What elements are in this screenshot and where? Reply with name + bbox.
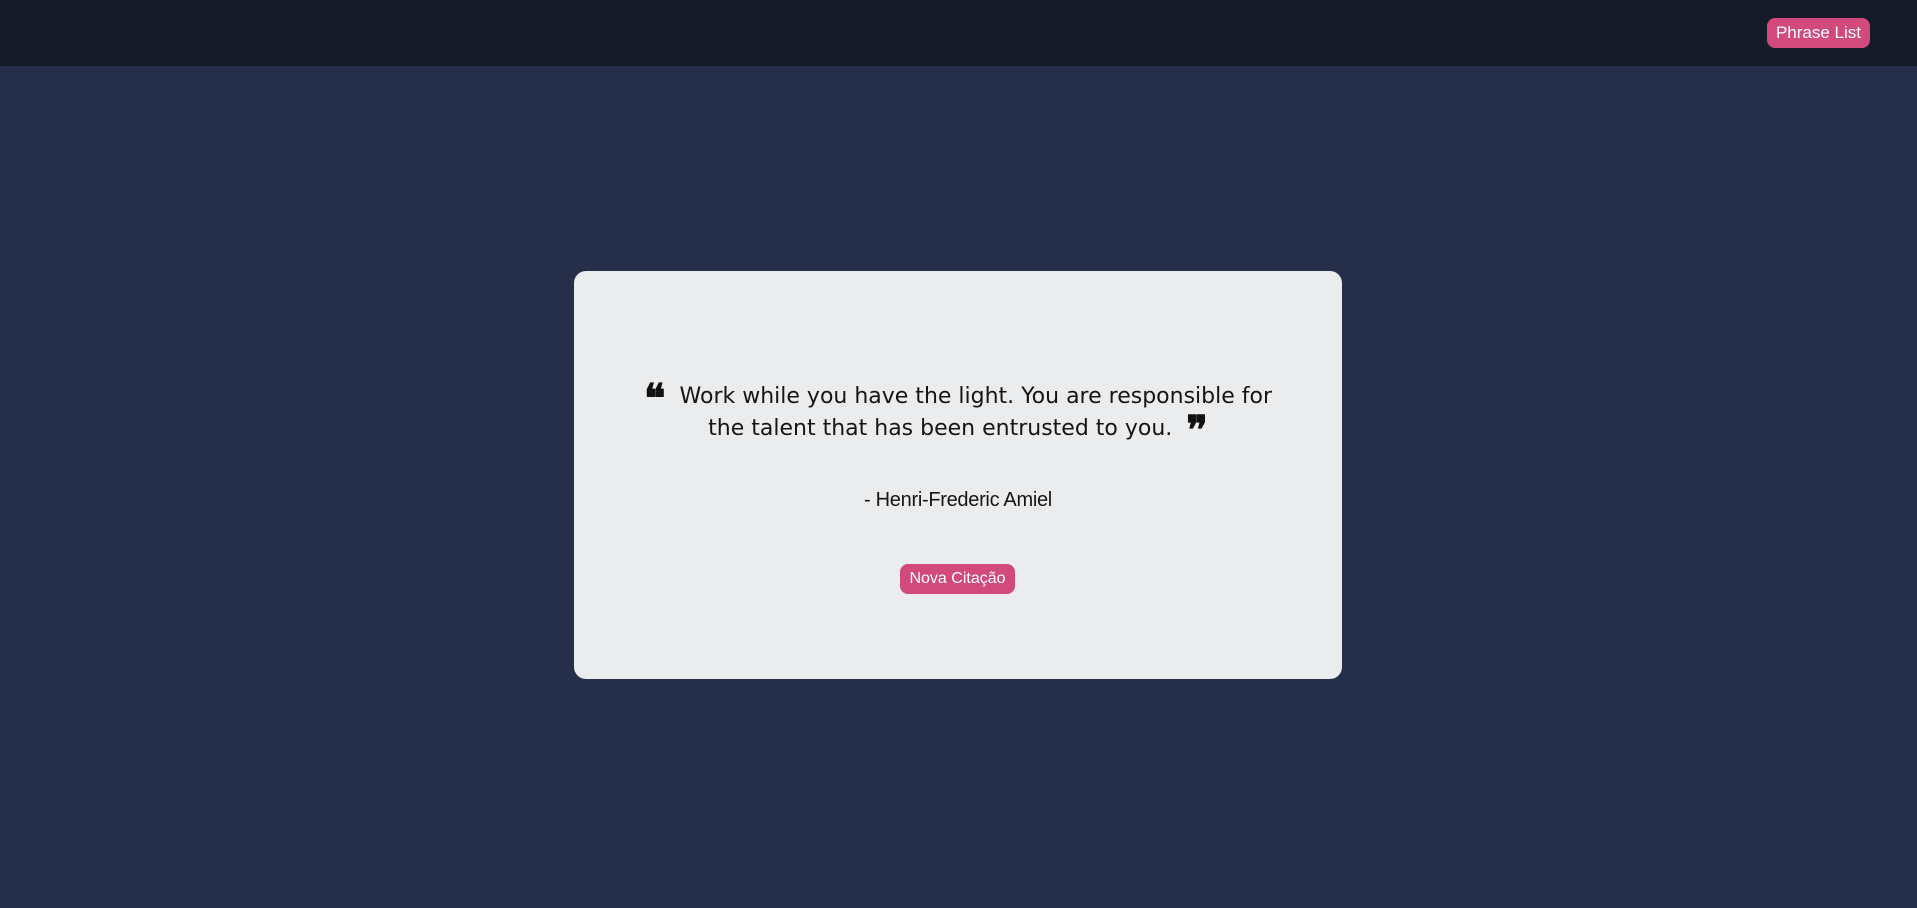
open-quote-icon: ❝	[644, 375, 666, 422]
quote-card: ❝ Work while you have the light. You are …	[574, 271, 1342, 679]
close-quote-icon: ❞	[1186, 407, 1208, 454]
quote-text: Work while you have the light. You are r…	[679, 384, 1272, 441]
quote-author: - Henri-Frederic Amiel	[864, 489, 1052, 511]
new-quote-button[interactable]: Nova Citação	[900, 564, 1015, 594]
phrase-list-button[interactable]: Phrase List	[1766, 18, 1870, 48]
top-navbar: Phrase List	[0, 0, 1917, 66]
quote-text-block: ❝ Work while you have the light. You are …	[634, 375, 1282, 454]
